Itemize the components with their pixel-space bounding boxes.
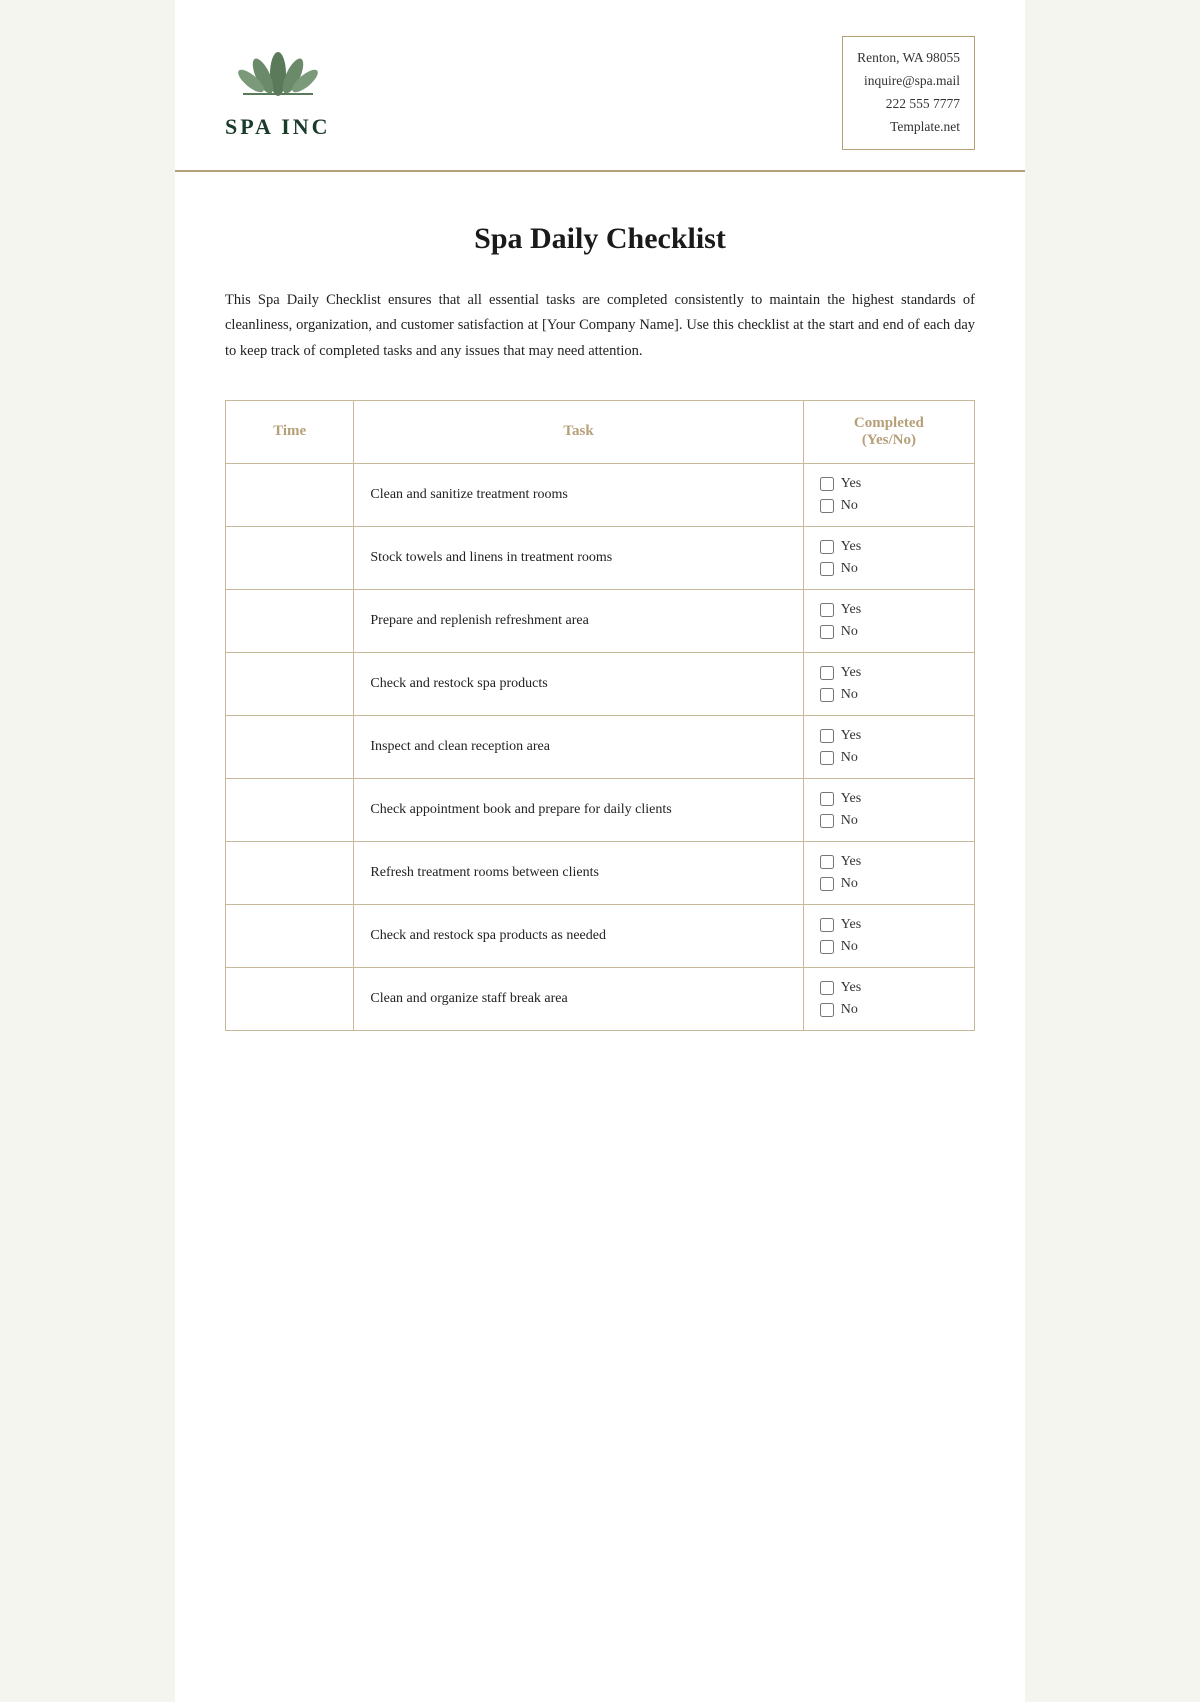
no-option[interactable]: No [820,624,958,640]
cell-task: Prepare and replenish refreshment area [354,589,803,652]
cell-task: Check and restock spa products [354,652,803,715]
cell-completed[interactable]: Yes No [803,463,974,526]
cell-task: Check appointment book and prepare for d… [354,778,803,841]
cell-time [226,652,354,715]
cell-completed[interactable]: Yes No [803,652,974,715]
cell-time [226,463,354,526]
contact-address: Renton, WA 98055 [857,47,960,70]
contact-info: Renton, WA 98055 inquire@spa.mail 222 55… [842,36,975,150]
cell-time [226,967,354,1030]
yes-option[interactable]: Yes [820,980,958,996]
table-row: Check and restock spa products Yes No [226,652,975,715]
no-option[interactable]: No [820,687,958,703]
main-content: Spa Daily Checklist This Spa Daily Check… [175,172,1025,1071]
radio-group: Yes No [820,917,958,955]
cell-completed[interactable]: Yes No [803,841,974,904]
table-row: Stock towels and linens in treatment roo… [226,526,975,589]
header: SPA INC Renton, WA 98055 inquire@spa.mai… [175,0,1025,172]
cell-task: Clean and organize staff break area [354,967,803,1030]
yes-checkbox[interactable] [820,729,834,743]
lotus-icon [233,36,323,106]
cell-time [226,526,354,589]
no-checkbox[interactable] [820,814,834,828]
no-checkbox[interactable] [820,940,834,954]
no-option[interactable]: No [820,813,958,829]
yes-option[interactable]: Yes [820,917,958,933]
no-checkbox[interactable] [820,499,834,513]
radio-group: Yes No [820,539,958,577]
no-checkbox[interactable] [820,877,834,891]
no-checkbox[interactable] [820,751,834,765]
radio-group: Yes No [820,602,958,640]
cell-task: Clean and sanitize treatment rooms [354,463,803,526]
document-title: Spa Daily Checklist [225,222,975,256]
no-option[interactable]: No [820,561,958,577]
no-checkbox[interactable] [820,625,834,639]
cell-completed[interactable]: Yes No [803,778,974,841]
cell-task: Refresh treatment rooms between clients [354,841,803,904]
table-row: Clean and organize staff break area Yes No [226,967,975,1030]
no-checkbox[interactable] [820,1003,834,1017]
cell-completed[interactable]: Yes No [803,526,974,589]
table-row: Inspect and clean reception area Yes No [226,715,975,778]
yes-checkbox[interactable] [820,540,834,554]
cell-task: Inspect and clean reception area [354,715,803,778]
radio-group: Yes No [820,728,958,766]
cell-time [226,841,354,904]
header-time: Time [226,400,354,463]
contact-email: inquire@spa.mail [857,70,960,93]
cell-time [226,904,354,967]
logo-area: SPA INC [225,36,331,140]
cell-time [226,778,354,841]
checklist-table: Time Task Completed (Yes/No) Clean and s… [225,400,975,1031]
radio-group: Yes No [820,854,958,892]
contact-website: Template.net [857,116,960,139]
table-row: Check and restock spa products as needed… [226,904,975,967]
radio-group: Yes No [820,791,958,829]
header-task: Task [354,400,803,463]
yes-option[interactable]: Yes [820,602,958,618]
yes-checkbox[interactable] [820,855,834,869]
yes-option[interactable]: Yes [820,728,958,744]
no-checkbox[interactable] [820,562,834,576]
yes-option[interactable]: Yes [820,854,958,870]
radio-group: Yes No [820,665,958,703]
yes-checkbox[interactable] [820,981,834,995]
yes-option[interactable]: Yes [820,791,958,807]
cell-task: Check and restock spa products as needed [354,904,803,967]
cell-completed[interactable]: Yes No [803,715,974,778]
table-row: Check appointment book and prepare for d… [226,778,975,841]
contact-phone: 222 555 7777 [857,93,960,116]
yes-checkbox[interactable] [820,792,834,806]
document-description: This Spa Daily Checklist ensures that al… [225,288,975,364]
no-option[interactable]: No [820,1002,958,1018]
yes-checkbox[interactable] [820,666,834,680]
no-option[interactable]: No [820,939,958,955]
cell-task: Stock towels and linens in treatment roo… [354,526,803,589]
cell-time [226,715,354,778]
yes-checkbox[interactable] [820,477,834,491]
table-row: Clean and sanitize treatment rooms Yes No [226,463,975,526]
no-checkbox[interactable] [820,688,834,702]
yes-option[interactable]: Yes [820,665,958,681]
yes-option[interactable]: Yes [820,539,958,555]
header-completed: Completed (Yes/No) [803,400,974,463]
cell-completed[interactable]: Yes No [803,967,974,1030]
cell-completed[interactable]: Yes No [803,904,974,967]
company-name: SPA INC [225,114,331,140]
no-option[interactable]: No [820,750,958,766]
radio-group: Yes No [820,476,958,514]
cell-time [226,589,354,652]
no-option[interactable]: No [820,498,958,514]
yes-option[interactable]: Yes [820,476,958,492]
no-option[interactable]: No [820,876,958,892]
table-row: Prepare and replenish refreshment area Ye… [226,589,975,652]
yes-checkbox[interactable] [820,918,834,932]
cell-completed[interactable]: Yes No [803,589,974,652]
yes-checkbox[interactable] [820,603,834,617]
radio-group: Yes No [820,980,958,1018]
page: SPA INC Renton, WA 98055 inquire@spa.mai… [175,0,1025,1702]
table-row: Refresh treatment rooms between clients Y… [226,841,975,904]
